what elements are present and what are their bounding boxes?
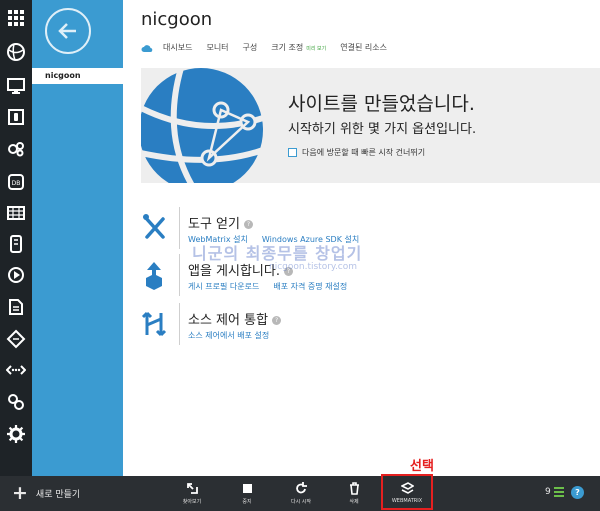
add-ons-icon[interactable] — [0, 386, 32, 418]
section-title-text: 소스 제어 통합 — [188, 313, 269, 328]
tools-icon — [143, 214, 165, 239]
plus-icon: + — [12, 482, 28, 504]
help-icon[interactable]: ? — [272, 316, 282, 325]
section-divider — [179, 254, 180, 296]
media-services-icon[interactable] — [0, 259, 32, 291]
networks-icon[interactable] — [0, 323, 32, 355]
arrow-left-icon — [58, 23, 76, 39]
virtual-machines-monitor-icon[interactable] — [0, 70, 32, 102]
resource-nav: nicgoon — [32, 0, 123, 476]
delete-icon — [349, 482, 359, 495]
stop-label: 중지 — [242, 499, 252, 505]
restart-label: 다시 시작 — [291, 499, 311, 505]
help-icon[interactable]: ? — [243, 220, 253, 229]
cloud-services-gear-icon[interactable] — [0, 132, 32, 164]
notification-bars-icon — [553, 487, 564, 497]
section-title-text: 도구 얻기 — [188, 217, 240, 232]
tab-configure[interactable]: 구성 — [243, 42, 258, 53]
tab-scale[interactable]: 크기 조정 미리 보기 — [271, 42, 326, 53]
skip-quick-start-checkbox[interactable] — [288, 148, 297, 157]
section-title-text: 앱을 게시합니다. — [188, 264, 280, 279]
quick-start-cloud-icon[interactable] — [141, 43, 153, 53]
section-divider — [179, 303, 180, 345]
set-up-deployment-from-source-control-link[interactable]: 소스 제어에서 배포 설정 — [188, 330, 269, 341]
banner-heading: 사이트를 만들었습니다. — [288, 93, 475, 115]
web-sites-globe-icon[interactable] — [0, 36, 32, 68]
website-globe-illustration-icon — [141, 68, 287, 183]
storage-table-icon[interactable] — [0, 197, 32, 229]
browse-button[interactable]: 찾아보기 — [170, 482, 214, 505]
left-rail: DB — [0, 0, 32, 476]
select-callout: 선택 — [410, 459, 434, 474]
service-bus-icon[interactable] — [0, 291, 32, 323]
tab-bar: 대시보드 모니터 구성 크기 조정 미리 보기 연결된 리소스 — [141, 42, 401, 53]
restart-icon — [295, 482, 307, 494]
notification-count: 9 — [545, 487, 551, 497]
new-button[interactable]: + 새로 만들기 — [12, 482, 81, 504]
section-title: 도구 얻기? — [188, 213, 253, 232]
new-button-label: 새로 만들기 — [35, 489, 81, 500]
section-links: 게시 프로필 다운로드 배포 자격 증명 재설정 — [188, 281, 361, 292]
traffic-manager-icon[interactable] — [0, 354, 32, 386]
page-title: nicgoon — [141, 9, 213, 30]
browse-label: 찾아보기 — [182, 499, 202, 505]
help-circle-icon[interactable]: ? — [571, 486, 584, 499]
subnav-item-nicgoon[interactable]: nicgoon — [32, 68, 123, 84]
delete-button[interactable]: 삭제 — [332, 482, 376, 505]
hdinsight-icon[interactable] — [0, 228, 32, 260]
restart-button[interactable]: 다시 시작 — [279, 482, 323, 505]
banner-subheading: 시작하기 위한 몇 가지 옵션입니다. — [288, 122, 477, 137]
stop-button[interactable]: 중지 — [225, 482, 269, 505]
stop-icon — [242, 484, 252, 493]
skip-quick-start-label: 다음에 방문할 때 빠른 시작 건너뛰기 — [302, 148, 426, 157]
section-divider — [179, 207, 180, 249]
all-items-grid-icon[interactable] — [0, 2, 32, 34]
mobile-services-icon[interactable] — [0, 101, 32, 133]
delete-label: 삭제 — [349, 499, 359, 505]
blog-watermark: 니군의 최종무를 창업기 — [192, 244, 363, 263]
webmatrix-highlight-box — [381, 474, 433, 510]
tab-monitor[interactable]: 모니터 — [206, 42, 228, 53]
section-title: 소스 제어 통합? — [188, 309, 282, 328]
tab-dashboard[interactable]: 대시보드 — [163, 42, 192, 53]
sql-database-icon[interactable]: DB — [0, 166, 32, 198]
back-button[interactable] — [45, 8, 91, 54]
sql-database-text: DB — [12, 180, 21, 187]
notification-indicator[interactable]: 9 — [545, 487, 564, 497]
quick-start-banner: 사이트를 만들었습니다. 시작하기 위한 몇 가지 옵션입니다. 다음에 방문할… — [141, 68, 600, 183]
tab-linked-resources[interactable]: 연결된 리소스 — [340, 42, 387, 53]
section-links: 소스 제어에서 배포 설정 — [188, 330, 283, 341]
command-bar: + 새로 만들기 찾아보기 중지 다시 시작 삭제 WEBMATRIX 9 ? — [0, 476, 600, 511]
settings-icon[interactable] — [0, 418, 32, 450]
preview-badge: 미리 보기 — [306, 46, 327, 52]
reset-deployment-credentials-link[interactable]: 배포 자격 증명 재설정 — [273, 281, 347, 292]
skip-quick-start-option[interactable]: 다음에 방문할 때 빠른 시작 건너뛰기 — [288, 147, 425, 158]
publish-icon — [146, 262, 162, 290]
browse-icon — [186, 483, 198, 494]
blog-watermark-url: nicgoon.tistory.com — [269, 262, 358, 272]
source-control-icon — [141, 311, 167, 337]
section-source-control: 소스 제어 통합? 소스 제어에서 배포 설정 — [141, 303, 461, 349]
download-publish-profile-link[interactable]: 게시 프로필 다운로드 — [188, 281, 259, 292]
tab-scale-label: 크기 조정 — [271, 43, 304, 52]
